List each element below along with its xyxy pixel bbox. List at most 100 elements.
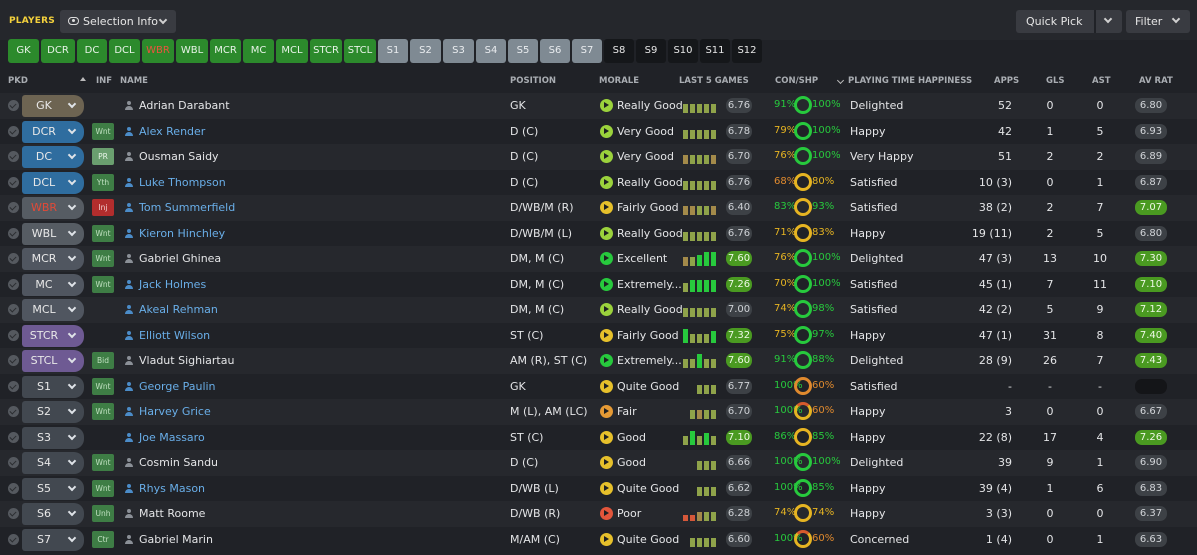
picked-check-icon[interactable] [8,355,19,366]
table-row[interactable]: S3 Joe Massaro ST (C) Good 7.10 86% 85% Happy 22… [0,424,1197,450]
selection-info-button[interactable]: Selection Info [60,10,176,33]
table-row[interactable]: WBL Wnt Kieron Hinchley D/WB/M (L) Really Go… [0,220,1197,246]
position-button-s8[interactable]: S8 [604,39,634,63]
player-name[interactable]: Tom Summerfield [139,201,235,214]
player-name[interactable]: Cosmin Sandu [139,456,218,469]
info-badge[interactable]: Wnt [92,377,114,395]
position-slot-dropdown[interactable]: S4 [22,452,84,474]
player-name[interactable]: George Paulin [139,380,216,393]
table-row[interactable]: DCR Wnt Alex Render D (C) Very Good 6.78 79% 10… [0,118,1197,144]
table-row[interactable]: STCR Elliott Wilson ST (C) Fairly Good 7.32 7… [0,322,1197,348]
position-button-s7[interactable]: S7 [572,39,602,63]
picked-check-icon[interactable] [8,406,19,417]
player-name[interactable]: Elliott Wilson [139,329,210,342]
table-row[interactable]: WBR Inj Tom Summerfield D/WB/M (R) Fairly Go… [0,195,1197,221]
position-button-dc[interactable]: DC [77,39,107,63]
picked-check-icon[interactable] [8,151,19,162]
position-slot-dropdown[interactable]: WBL [22,222,84,245]
position-button-stcl[interactable]: STCL [344,39,376,63]
position-button-mcl[interactable]: MCL [276,39,308,63]
picked-check-icon[interactable] [8,125,19,137]
player-name[interactable]: Matt Roome [139,507,205,520]
position-slot-dropdown[interactable]: DCL [22,171,84,194]
position-slot-dropdown[interactable]: DCR [22,120,84,143]
info-badge[interactable]: Bid [92,352,114,369]
picked-check-icon[interactable] [8,533,19,545]
position-button-s11[interactable]: S11 [700,39,730,63]
col-conshp[interactable]: CON/SHP [775,76,818,86]
position-button-s9[interactable]: S9 [636,39,666,63]
table-row[interactable]: DCL Yth Luke Thompson D (C) Really Good 6.76 6… [0,169,1197,195]
position-button-s6[interactable]: S6 [540,39,570,63]
info-badge[interactable]: Unh [92,505,114,522]
col-av-rat[interactable]: AV RAT [1139,76,1173,86]
info-badge[interactable]: Yth [92,173,114,191]
col-ast[interactable]: AST [1092,76,1111,86]
table-row[interactable]: S4 Wnt Cosmin Sandu D (C) Good 6.66 100% 100% De… [0,450,1197,476]
table-row[interactable]: GK Adrian Darabant GK Really Good 6.76 91% 100… [0,93,1197,119]
info-badge[interactable]: Wnt [92,403,114,420]
position-slot-dropdown[interactable]: DC [22,146,84,168]
position-slot-dropdown[interactable]: MCL [22,299,84,321]
position-button-wbr[interactable]: WBR [142,39,174,63]
table-row[interactable]: S5 Wnt Rhys Mason D/WB (L) Quite Good 6.62 100… [0,475,1197,501]
position-button-mcr[interactable]: MCR [210,39,241,63]
player-name[interactable]: Rhys Mason [139,482,205,495]
picked-check-icon[interactable] [8,457,19,468]
player-name[interactable]: Vladut Sighiartau [139,354,234,367]
player-name[interactable]: Kieron Hinchley [139,227,225,240]
player-name[interactable]: Alex Render [139,125,205,138]
table-row[interactable]: S6 Unh Matt Roome D/WB (R) Poor 6.28 74% 74% Hap… [0,501,1197,527]
table-row[interactable]: STCL Bid Vladut Sighiartau AM (R), ST (C) Ex… [0,348,1197,374]
position-slot-dropdown[interactable]: MC [22,273,84,296]
player-name[interactable]: Gabriel Ghinea [139,252,221,265]
col-apps[interactable]: APPS [994,76,1019,86]
col-last5[interactable]: LAST 5 GAMES [679,76,749,86]
picked-check-icon[interactable] [8,329,19,341]
position-slot-dropdown[interactable]: WBR [22,197,84,219]
table-row[interactable]: MC Wnt Jack Holmes DM, M (C) Extremely... 7.2… [0,271,1197,297]
col-name[interactable]: NAME [120,76,148,86]
picked-check-icon[interactable] [8,508,19,519]
position-button-stcr[interactable]: STCR [310,39,342,63]
picked-check-icon[interactable] [8,253,19,264]
info-badge[interactable]: Inj [92,199,114,216]
picked-check-icon[interactable] [8,278,19,290]
position-button-s3[interactable]: S3 [443,39,474,63]
position-button-mc[interactable]: MC [243,39,274,63]
position-slot-dropdown[interactable]: S1 [22,375,84,398]
picked-check-icon[interactable] [8,304,19,315]
position-button-wbl[interactable]: WBL [176,39,208,63]
info-badge[interactable]: Wnt [92,250,114,267]
col-gls[interactable]: GLS [1046,76,1065,86]
info-badge[interactable]: PR [92,148,114,165]
position-slot-dropdown[interactable]: STCL [22,350,84,372]
col-position[interactable]: POSITION [510,76,556,86]
player-name[interactable]: Adrian Darabant [139,99,230,112]
table-row[interactable]: S1 Wnt George Paulin GK Quite Good 6.77 100% 60… [0,373,1197,399]
info-badge[interactable]: Wnt [92,122,114,140]
player-name[interactable]: Gabriel Marin [139,533,213,546]
picked-check-icon[interactable] [8,380,19,392]
info-badge[interactable]: Wnt [92,224,114,242]
col-morale[interactable]: MORALE [599,76,639,86]
chevron-down-icon[interactable] [1103,14,1113,24]
position-slot-dropdown[interactable]: S7 [22,528,84,551]
position-button-gk[interactable]: GK [8,39,39,63]
position-slot-dropdown[interactable]: STCR [22,324,84,347]
position-button-s1[interactable]: S1 [378,39,408,63]
table-row[interactable]: MCR Wnt Gabriel Ghinea DM, M (C) Excellent 7.… [0,246,1197,272]
player-name[interactable]: Harvey Grice [139,405,211,418]
picked-check-icon[interactable] [8,482,19,494]
player-name[interactable]: Luke Thompson [139,176,226,189]
picked-check-icon[interactable] [8,202,19,213]
table-row[interactable]: S7 Ctr Gabriel Marin M/AM (C) Quite Good 6.60… [0,526,1197,552]
player-name[interactable]: Joe Massaro [139,431,205,444]
filter-button[interactable]: Filter [1126,10,1190,33]
position-slot-dropdown[interactable]: S5 [22,477,84,500]
position-button-s4[interactable]: S4 [476,39,506,63]
info-badge[interactable]: Wnt [92,454,114,471]
position-button-s5[interactable]: S5 [508,39,538,63]
position-slot-dropdown[interactable]: GK [22,95,84,117]
picked-check-icon[interactable] [8,227,19,239]
